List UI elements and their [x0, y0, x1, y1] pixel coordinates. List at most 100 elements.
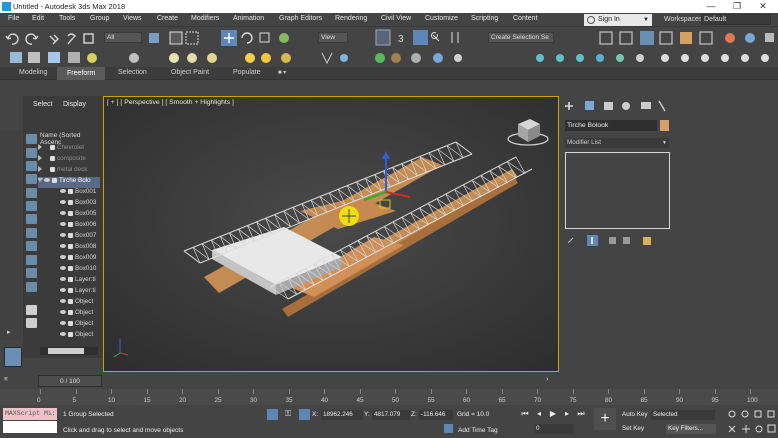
display-spacewarps-icon[interactable]	[26, 214, 37, 224]
minimize-button[interactable]: —	[700, 0, 722, 13]
modifier-stack[interactable]	[565, 152, 670, 229]
tree-row[interactable]: Box009	[38, 254, 100, 265]
auto-key-button[interactable]: Auto Key	[622, 410, 648, 420]
tab-select[interactable]: Select	[33, 101, 52, 108]
time-slider-track[interactable]	[0, 374, 778, 389]
display-xrefs-icon[interactable]	[26, 241, 37, 251]
lock-icon[interactable]: ⚿	[285, 409, 293, 420]
add-time-tag[interactable]: Add Time Tag	[458, 427, 498, 434]
menu-graph-editors[interactable]: Graph Editors	[279, 15, 322, 22]
tab-populate[interactable]: Populate	[233, 69, 261, 76]
display-none-icon[interactable]	[26, 134, 37, 144]
tree-row[interactable]: Box005	[38, 210, 100, 221]
visibility-eye-icon[interactable]	[60, 310, 66, 315]
tree-row[interactable]: Box006	[38, 221, 100, 232]
tree-row[interactable]: Object	[38, 331, 100, 342]
maxscript-output[interactable]	[3, 421, 57, 433]
expand-arrow-icon[interactable]	[38, 144, 42, 151]
ribbon-options-icon[interactable]: ■ ▾	[278, 69, 286, 76]
tree-row[interactable]: Tirche Bolo	[38, 177, 100, 188]
display-cameras-icon[interactable]	[26, 188, 37, 198]
track-bar[interactable]	[0, 389, 778, 405]
visibility-eye-icon[interactable]	[44, 178, 50, 183]
viewport-navigation-icons[interactable]	[724, 408, 778, 436]
visibility-eye-icon[interactable]	[60, 299, 66, 304]
selection-filter-dropdown[interactable]: All	[104, 32, 142, 43]
visibility-eye-icon[interactable]	[60, 189, 66, 194]
menu-scripting[interactable]: Scripting	[471, 15, 498, 22]
menu-tools[interactable]: Tools	[59, 15, 75, 22]
tree-row[interactable]: Box001	[38, 188, 100, 199]
menu-views[interactable]: Views	[123, 15, 142, 22]
tree-row[interactable]: metal deck	[38, 166, 100, 177]
menu-civil-view[interactable]: Civil View	[381, 15, 411, 22]
maxscript-listener[interactable]: MAXScript Mi:	[3, 408, 57, 420]
display-groups-icon[interactable]	[26, 228, 37, 238]
visibility-eye-icon[interactable]	[60, 233, 66, 238]
menu-file[interactable]: File	[8, 15, 19, 22]
tree-row[interactable]: Box008	[38, 243, 100, 254]
time-slider-next-icon[interactable]: ›	[546, 376, 548, 383]
display-geometry-icon[interactable]	[26, 148, 37, 158]
tree-row[interactable]: Chevrolet	[38, 144, 100, 155]
time-slider-thumb[interactable]: 0 / 100	[38, 375, 102, 387]
go-to-end-icon[interactable]: ⏭	[576, 409, 586, 419]
tree-row[interactable]: composite	[38, 155, 100, 166]
display-containers-icon[interactable]	[26, 268, 37, 278]
tab-selection[interactable]: Selection	[118, 69, 147, 76]
tab-freeform[interactable]: Freeform	[57, 67, 106, 80]
menu-modifiers[interactable]: Modifiers	[191, 15, 219, 22]
tree-row[interactable]: Layer:ti	[38, 276, 100, 287]
display-shapes-icon[interactable]	[26, 161, 37, 171]
key-filters-button[interactable]: Key Filters...	[666, 424, 716, 434]
tree-row[interactable]: Layer:ti	[38, 287, 100, 298]
display-helpers-icon[interactable]	[26, 201, 37, 211]
menu-group[interactable]: Group	[90, 15, 109, 22]
play-icon[interactable]: ▶	[548, 409, 558, 419]
expand-arrow-icon[interactable]	[38, 155, 42, 162]
set-key-plus-icon[interactable]: +	[594, 408, 616, 430]
perspective-viewport[interactable]	[103, 96, 559, 372]
viewport-label[interactable]: [ + ] [ Perspective ] [ Smooth + Highlig…	[107, 99, 234, 106]
visibility-eye-icon[interactable]	[60, 222, 66, 227]
sign-in-button[interactable]: Sign In ▼	[584, 14, 652, 26]
menu-edit[interactable]: Edit	[32, 15, 44, 22]
track-bar-toggle-icon[interactable]: ≡	[4, 376, 8, 383]
visibility-eye-icon[interactable]	[60, 255, 66, 260]
current-frame-field[interactable]: 0	[534, 424, 574, 434]
display-frozen-icon[interactable]	[26, 282, 37, 292]
visibility-eye-icon[interactable]	[60, 332, 66, 337]
tree-row[interactable]: Object	[38, 320, 100, 331]
next-frame-icon[interactable]: ▸	[562, 409, 572, 419]
tab-modeling[interactable]: Modeling	[19, 69, 47, 76]
workspace-dropdown[interactable]: Default	[701, 14, 771, 25]
menu-rendering[interactable]: Rendering	[335, 15, 367, 22]
explorer-config-icon[interactable]	[26, 318, 37, 328]
absolute-mode-icon[interactable]	[299, 409, 310, 420]
tree-row[interactable]: Box010	[38, 265, 100, 276]
previous-frame-icon[interactable]: ◂	[534, 409, 544, 419]
object-name-field[interactable]: Tirche Bolook	[565, 120, 657, 131]
tab-display[interactable]: Display	[63, 101, 86, 108]
display-bones-icon[interactable]	[26, 255, 37, 265]
display-lights-icon[interactable]	[26, 174, 37, 184]
tree-row[interactable]: Object	[38, 298, 100, 309]
close-button[interactable]: ✕	[752, 0, 774, 13]
expand-arrow-icon[interactable]	[38, 166, 42, 173]
visibility-eye-icon[interactable]	[60, 244, 66, 249]
z-coordinate-field[interactable]: -116.646	[419, 410, 453, 420]
y-coordinate-field[interactable]: 4817.079	[372, 410, 410, 420]
tree-row[interactable]: Box007	[38, 232, 100, 243]
tab-object-paint[interactable]: Object Paint	[171, 69, 209, 76]
explorer-name-header[interactable]: Name (Sorted Ascenc	[40, 132, 100, 146]
visibility-eye-icon[interactable]	[60, 288, 66, 293]
object-color-swatch[interactable]	[660, 120, 669, 131]
explorer-horizontal-scrollbar[interactable]	[40, 347, 98, 355]
x-coordinate-field[interactable]: 18962.246	[321, 410, 363, 420]
set-key-button[interactable]: Set Key	[622, 424, 644, 434]
key-mode-dropdown[interactable]: Selected	[651, 410, 715, 420]
viewport-layout-button[interactable]	[4, 347, 22, 367]
visibility-eye-icon[interactable]	[60, 321, 66, 326]
reference-coord-dropdown[interactable]: View	[318, 32, 348, 43]
restore-button[interactable]: ❐	[726, 0, 748, 13]
